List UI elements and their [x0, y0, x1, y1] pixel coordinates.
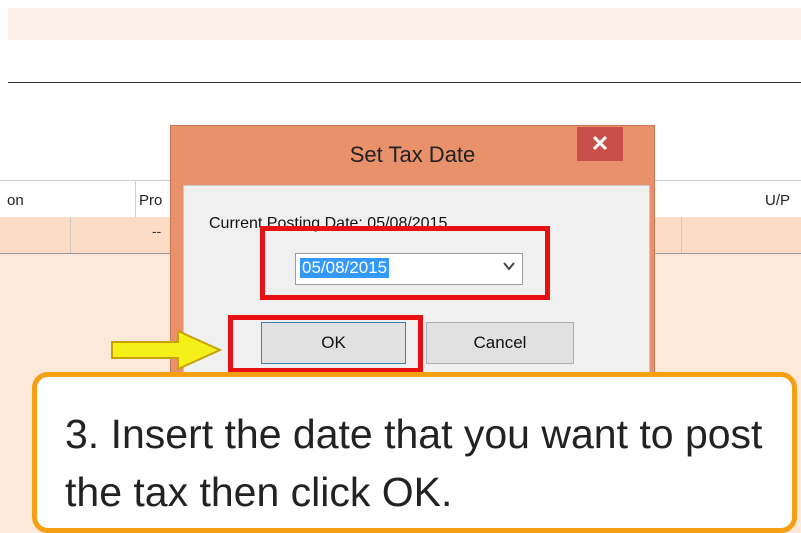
column-header-2[interactable]: Pro	[139, 192, 162, 209]
cell-divider	[681, 217, 682, 253]
cancel-button[interactable]: Cancel	[426, 322, 574, 364]
callout-text: 3. Insert the date that you want to post…	[65, 411, 763, 515]
instruction-callout: 3. Insert the date that you want to post…	[32, 372, 797, 533]
divider-line	[8, 82, 801, 83]
column-divider	[135, 181, 136, 217]
pointer-arrow-icon	[111, 329, 223, 371]
cell-divider	[70, 217, 71, 253]
cell-value: --	[152, 223, 162, 239]
date-highlight-box	[260, 226, 550, 300]
top-banner	[8, 8, 801, 40]
column-header-1[interactable]: on	[7, 192, 24, 209]
column-header-3[interactable]: U/P	[765, 192, 790, 209]
ok-highlight-box	[228, 315, 423, 373]
close-icon[interactable]: ✕	[577, 127, 623, 161]
